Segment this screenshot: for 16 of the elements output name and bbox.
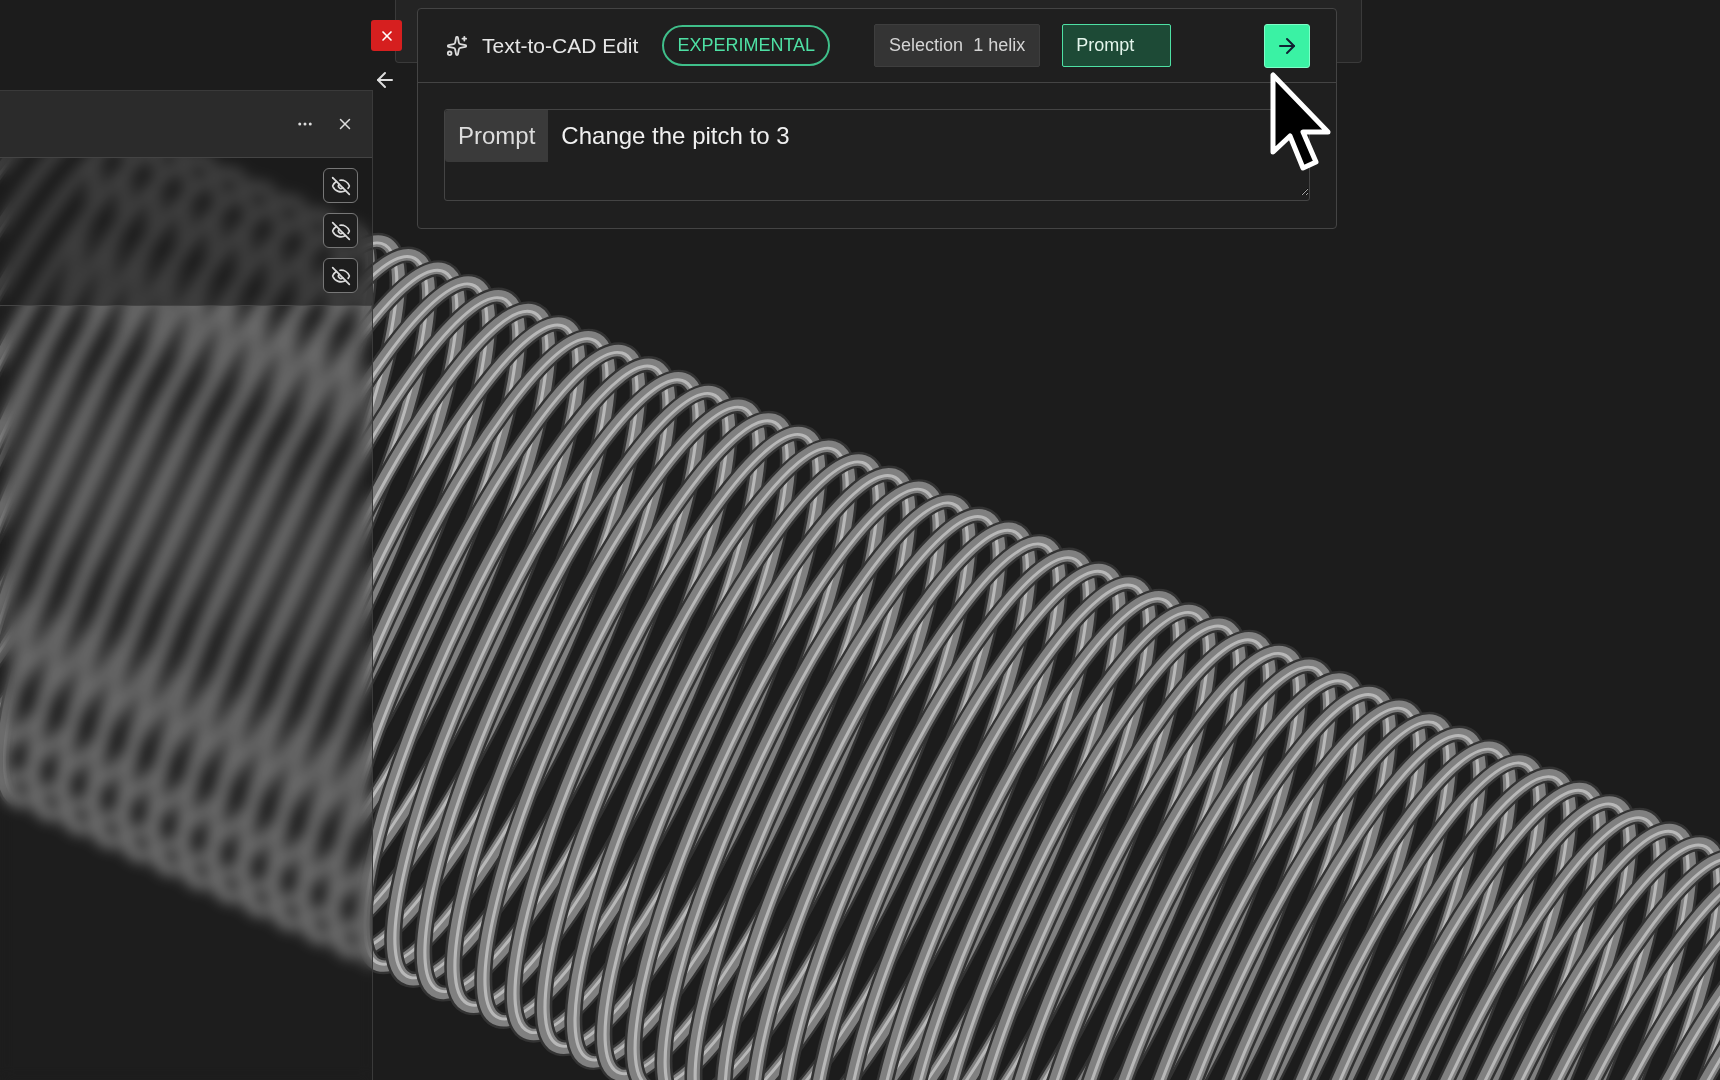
eye-off-icon [330, 220, 351, 241]
visibility-toggle[interactable] [323, 168, 358, 203]
eye-off-icon [330, 175, 351, 196]
selection-value: 1 helix [973, 35, 1026, 56]
visibility-toggle[interactable] [323, 258, 358, 293]
eye-off-icon [330, 265, 351, 286]
dialog-title: Text-to-CAD Edit [482, 33, 639, 58]
prompt-label: Prompt [445, 110, 549, 162]
submit-button[interactable] [1264, 23, 1310, 68]
prompt-field[interactable]: Prompt Change the pitch to 3 [444, 109, 1310, 201]
prompt-mode-button[interactable]: Prompt [1062, 24, 1172, 67]
visibility-toggle[interactable] [323, 213, 358, 248]
selection-label: Selection [889, 35, 964, 56]
sparkle-icon [446, 34, 468, 57]
experimental-badge: EXPERIMENTAL [662, 25, 831, 66]
close-button[interactable] [371, 20, 402, 51]
